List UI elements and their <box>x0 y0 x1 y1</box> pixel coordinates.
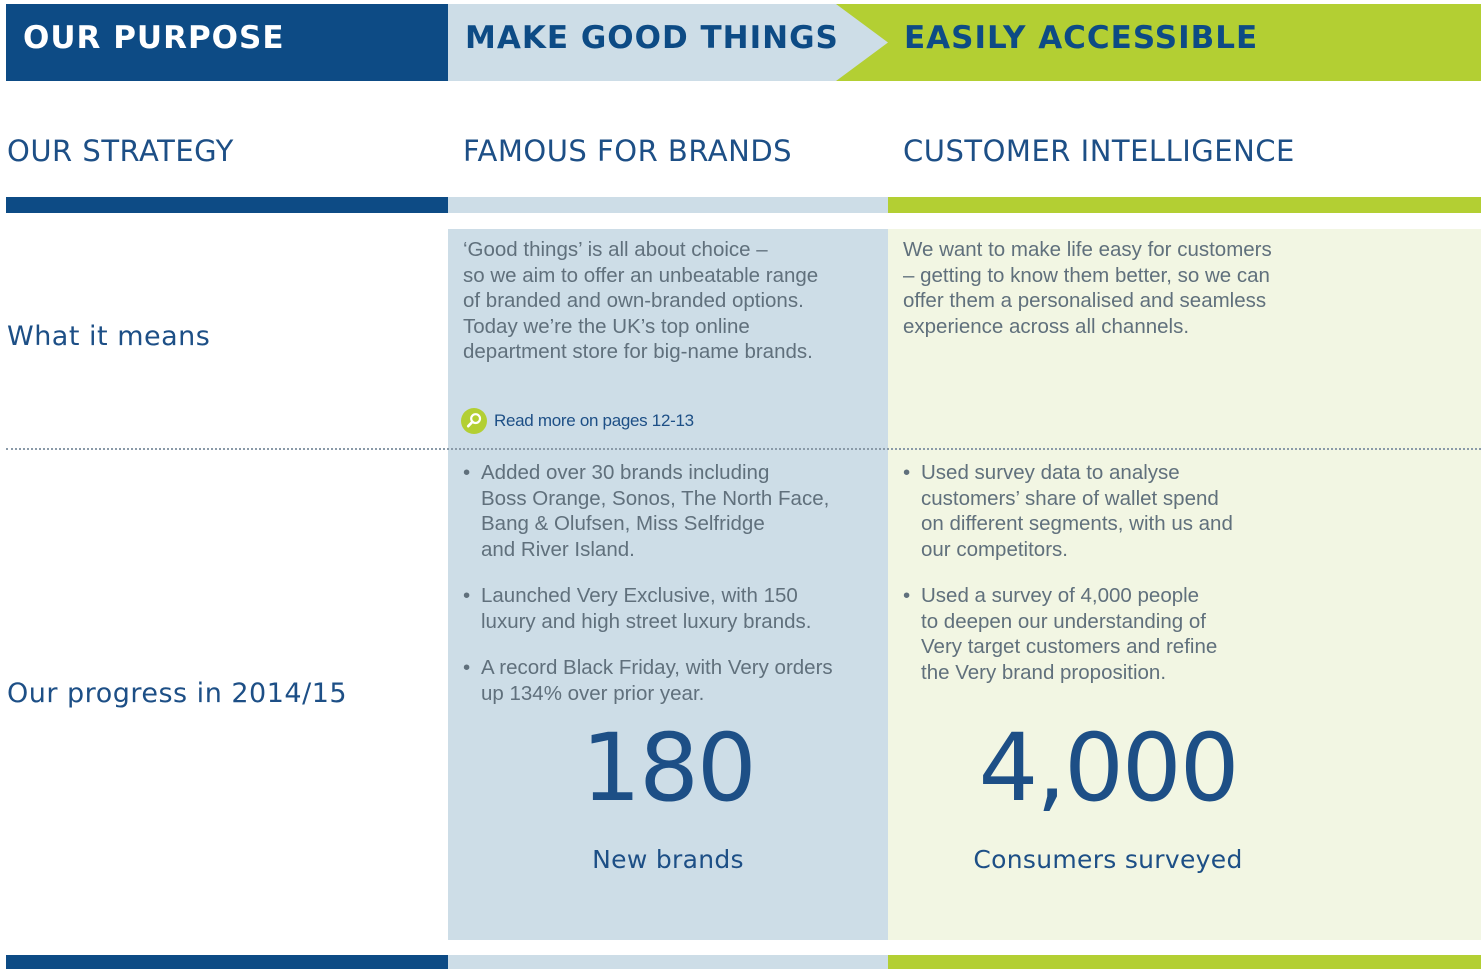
strategy-pillar-brands: FAMOUS FOR BRANDS <box>463 134 793 168</box>
read-more-link[interactable]: Read more on pages 12-13 <box>461 408 694 434</box>
divider-top-navy <box>6 197 448 213</box>
brands-stat-value: 180 <box>581 714 756 823</box>
customer-progress-list: Used survey data to analyse customers’ s… <box>903 460 1323 706</box>
strategy-pillar-customer: CUSTOMER INTELLIGENCE <box>903 134 1295 168</box>
divider-bottom-navy <box>6 955 448 969</box>
purpose-part2: EASILY ACCESSIBLE <box>904 20 1259 56</box>
brands-stat-caption: New brands <box>592 845 744 874</box>
list-item: Added over 30 brands including Boss Oran… <box>463 460 873 562</box>
customer-what-it-means-text: We want to make life easy for customers … <box>903 238 1272 338</box>
list-item: Launched Very Exclusive, with 150 luxury… <box>463 583 873 634</box>
purpose-label: OUR PURPOSE <box>23 20 285 56</box>
purpose-part1: MAKE GOOD THINGS <box>465 20 839 56</box>
divider-bottom-lime <box>888 955 1481 969</box>
divider-top-blue <box>448 197 888 213</box>
row-label-what-it-means: What it means <box>7 321 211 352</box>
list-item: Used a survey of 4,000 people to deepen … <box>903 583 1323 685</box>
customer-stat-value: 4,000 <box>978 714 1239 823</box>
row-label-progress: Our progress in 2014/15 <box>7 678 348 709</box>
customer-stat-caption: Consumers surveyed <box>973 845 1243 874</box>
divider-bottom-blue <box>448 955 888 969</box>
list-item: Used survey data to analyse customers’ s… <box>903 460 1323 562</box>
row-divider <box>6 448 1481 450</box>
list-item: A record Black Friday, with Very orders … <box>463 655 873 706</box>
divider-top-lime <box>888 197 1481 213</box>
strategy-label: OUR STRATEGY <box>7 134 234 168</box>
read-more-label: Read more on pages 12-13 <box>494 411 694 430</box>
brands-progress-list: Added over 30 brands including Boss Oran… <box>463 460 873 727</box>
brands-what-it-means-text: ‘Good things’ is all about choice – so w… <box>463 238 819 363</box>
magnifier-icon <box>461 408 487 434</box>
